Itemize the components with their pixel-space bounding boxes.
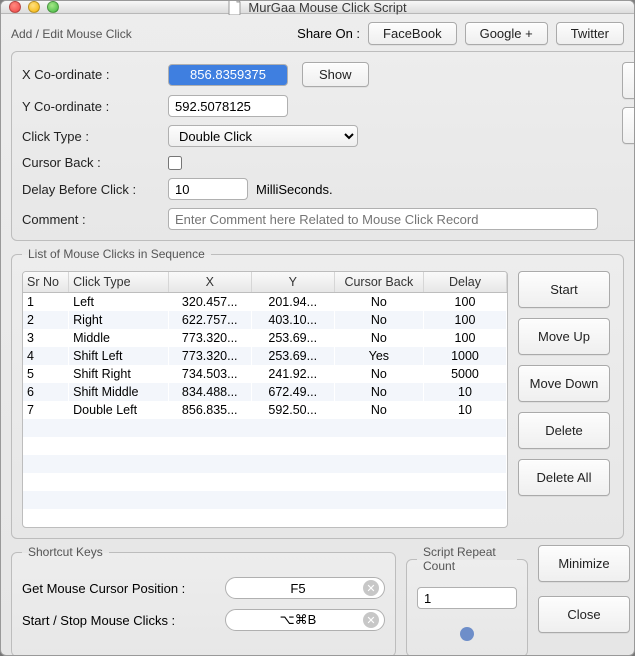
add-edit-label: Add / Edit Mouse Click <box>11 27 132 41</box>
clear-startstop-icon[interactable]: ✕ <box>363 612 379 628</box>
window-title: MurGaa Mouse Click Script <box>248 0 406 15</box>
close-button[interactable]: Close <box>538 596 630 633</box>
moveup-button[interactable]: Move Up <box>518 318 610 355</box>
col-delay[interactable]: Delay <box>423 272 506 293</box>
table-row[interactable]: 6Shift Middle834.488...672.49...No10 <box>23 383 507 401</box>
share-on-label: Share On : <box>297 26 360 41</box>
y-label: Y Co-ordinate : <box>22 99 160 114</box>
table-row-empty <box>23 419 507 437</box>
list-fieldset: List of Mouse Clicks in Sequence Sr No C… <box>11 247 624 539</box>
startstop-shortcut-input[interactable] <box>225 609 385 631</box>
deleteall-button[interactable]: Delete All <box>518 459 610 496</box>
movedown-button[interactable]: Move Down <box>518 365 610 402</box>
table-row[interactable]: 5Shift Right734.503...241.92...No5000 <box>23 365 507 383</box>
start-button[interactable]: Start <box>518 271 610 308</box>
col-y[interactable]: Y <box>251 272 334 293</box>
facebook-button[interactable]: FaceBook <box>368 22 457 45</box>
getpos-shortcut-input[interactable] <box>225 577 385 599</box>
x-coordinate-input[interactable] <box>168 64 288 86</box>
cursorback-label: Cursor Back : <box>22 155 160 170</box>
app-window: MurGaa Mouse Click Script Add / Edit Mou… <box>0 0 635 656</box>
y-coordinate-input[interactable] <box>168 95 288 117</box>
add-button[interactable]: Add <box>622 62 635 99</box>
col-x[interactable]: X <box>168 272 251 293</box>
table-row-empty <box>23 455 507 473</box>
shortcut-legend: Shortcut Keys <box>22 545 109 559</box>
comment-label: Comment : <box>22 212 160 227</box>
cursorback-checkbox[interactable] <box>168 156 182 170</box>
shortcut-fieldset: Shortcut Keys Get Mouse Cursor Position … <box>11 545 396 656</box>
table-row-empty <box>23 473 507 491</box>
table-row[interactable]: 4Shift Left773.320...253.69...Yes1000 <box>23 347 507 365</box>
startstop-label: Start / Stop Mouse Clicks : <box>22 613 217 628</box>
twitter-button[interactable]: Twitter <box>556 22 624 45</box>
comment-input[interactable] <box>168 208 598 230</box>
titlebar: MurGaa Mouse Click Script <box>1 1 634 14</box>
table-row[interactable]: 3Middle773.320...253.69...No100 <box>23 329 507 347</box>
col-cursorback[interactable]: Cursor Back <box>334 272 423 293</box>
col-srno[interactable]: Sr No <box>23 272 69 293</box>
table-row[interactable]: 1Left320.457...201.94...No100 <box>23 293 507 312</box>
sharebar: Add / Edit Mouse Click Share On : FaceBo… <box>11 22 624 45</box>
status-indicator-dot <box>460 627 474 641</box>
table-row-empty <box>23 491 507 509</box>
googleplus-button[interactable]: Google + <box>465 22 548 45</box>
delete-button[interactable]: Delete <box>518 412 610 449</box>
minimize-button[interactable]: Minimize <box>538 545 630 582</box>
update-button[interactable]: Update <box>622 107 635 144</box>
x-label: X Co-ordinate : <box>22 67 160 82</box>
col-clicktype[interactable]: Click Type <box>69 272 169 293</box>
delay-label: Delay Before Click : <box>22 182 160 197</box>
delay-input[interactable] <box>168 178 248 200</box>
clear-getpos-icon[interactable]: ✕ <box>363 580 379 596</box>
list-legend: List of Mouse Clicks in Sequence <box>22 247 211 261</box>
delay-unit: MilliSeconds. <box>256 182 333 197</box>
add-edit-fieldset: X Co-ordinate : Show Y Co-ordinate : Cli… <box>11 51 635 241</box>
show-button[interactable]: Show <box>302 62 369 87</box>
repeat-count-input[interactable] <box>417 587 517 609</box>
clicks-table-wrapper: Sr No Click Type X Y Cursor Back Delay 1… <box>22 271 508 528</box>
table-row-empty <box>23 437 507 455</box>
repeat-legend: Script Repeat Count <box>417 545 517 573</box>
repeat-fieldset: Script Repeat Count <box>406 545 528 656</box>
table-row[interactable]: 7Double Left856.835...592.50...No10 <box>23 401 507 419</box>
document-icon <box>228 0 242 15</box>
clicktype-select[interactable]: Double Click <box>168 125 358 147</box>
clicktype-label: Click Type : <box>22 129 160 144</box>
getpos-label: Get Mouse Cursor Position : <box>22 581 217 596</box>
table-row[interactable]: 2Right622.757...403.10...No100 <box>23 311 507 329</box>
clicks-table[interactable]: Sr No Click Type X Y Cursor Back Delay 1… <box>23 272 507 527</box>
table-row-empty <box>23 509 507 527</box>
